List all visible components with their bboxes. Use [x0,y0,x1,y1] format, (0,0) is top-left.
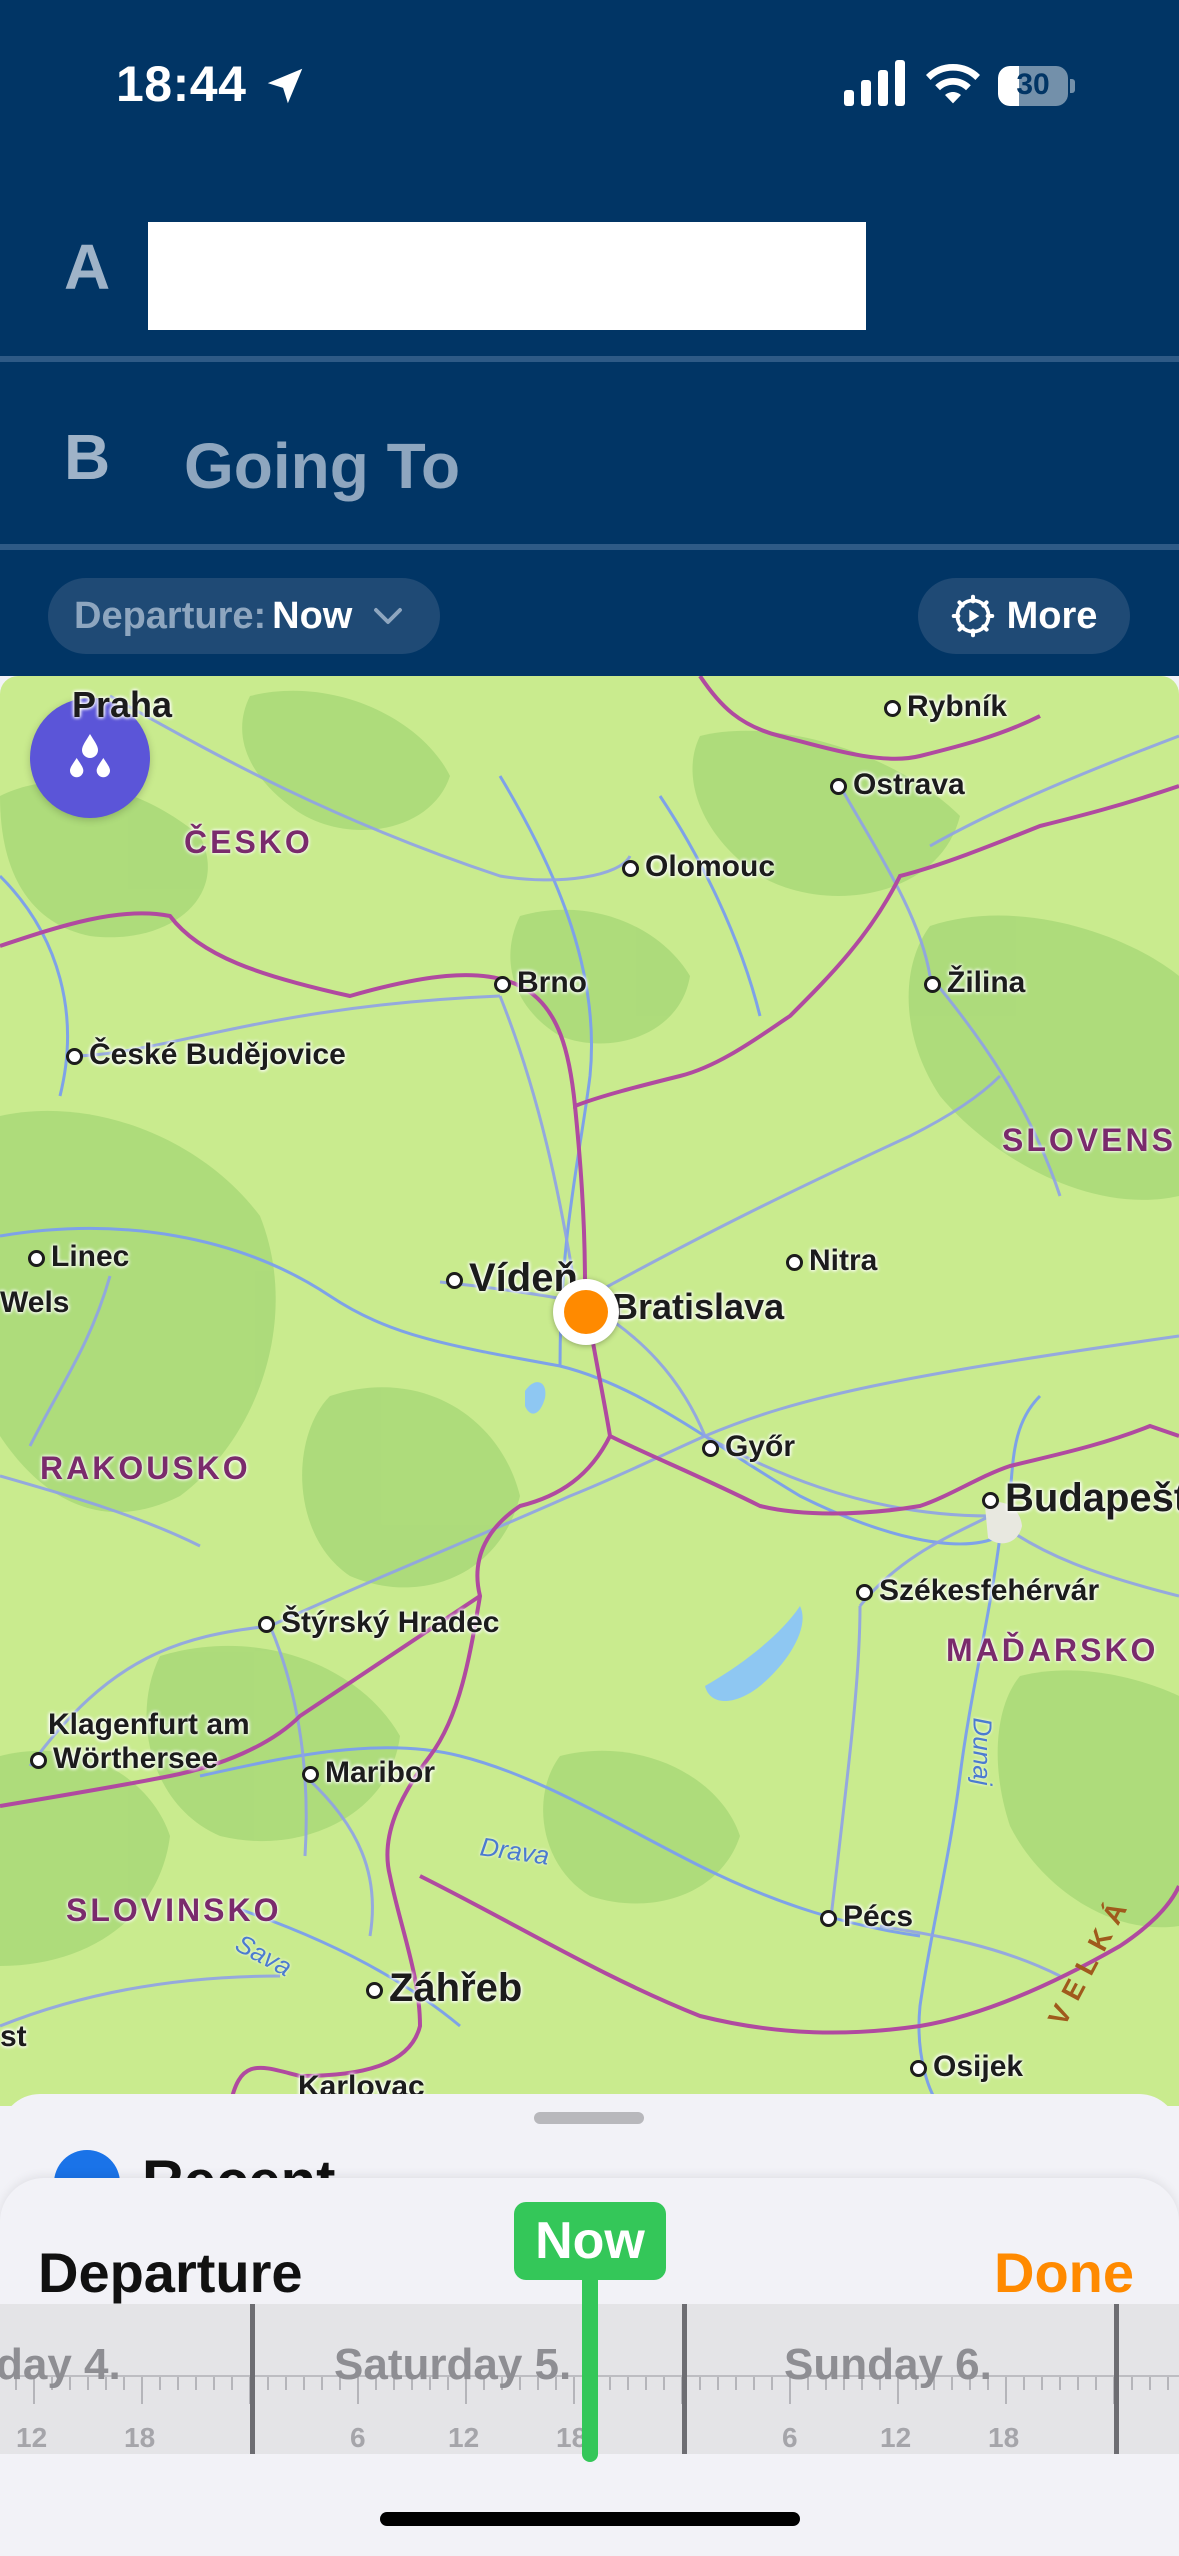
timeline-hour-label: 12 [880,2422,912,2453]
cellular-signal-icon [844,60,905,106]
timeline-hour-label: 12 [448,2422,480,2453]
day-separator [682,2304,687,2454]
now-indicator-badge[interactable]: Now [514,2202,666,2280]
timeline-hour-label: 12 [16,2422,48,2453]
map-city-label: Győr [702,1430,795,1464]
gear-icon [951,594,994,638]
map-river-label: Dunaj [967,1717,998,1786]
battery-percent: 30 [1016,68,1050,101]
location-arrow-icon [267,68,303,104]
departure-label: Departure: [74,594,267,637]
destination-letter: B [64,421,111,493]
map-city-label: Osijek [910,2050,1023,2084]
map-city-label: st [0,2020,27,2053]
done-button[interactable]: Done [994,2240,1134,2305]
day-separator [1114,2304,1119,2454]
map-city-label: Maribor [302,1756,435,1790]
timeline-day-label: day 4. [0,2340,121,2389]
origin-row: A [0,190,1179,355]
map-city-label: Bratislava [612,1286,785,1327]
map-city-label: Székesfehérvár [856,1574,1099,1608]
raindrops-icon [70,734,110,778]
timeline-day-label: Sunday 6. [784,2340,992,2389]
map-country-label: RAKOUSKO [40,1450,251,1486]
map-city-label: Klagenfurt am [48,1708,250,1741]
map-country-label: ČESKO [184,824,313,860]
map-city-label: Štýrský Hradec [258,1606,499,1640]
map-city-label: Ostrava [830,768,965,802]
sheet-grabber[interactable] [534,2112,644,2124]
timeline-hour-label: 6 [782,2422,798,2453]
map-city-label: Nitra [786,1244,877,1278]
timeline-hour-label: 6 [350,2422,366,2453]
origin-letter: A [64,231,111,303]
departure-picker-title: Departure [38,2241,303,2304]
map-view[interactable]: Praha Rybník Ostrava Olomouc Brno Žilina… [0,676,1179,2106]
selected-location-marker[interactable] [553,1279,619,1345]
map-city-label: Pécs [820,1900,913,1934]
more-label: More [1006,594,1098,637]
map-country-label: MAĎARSKO [946,1632,1159,1668]
map-city-label: Rybník [884,690,1007,724]
more-options-button[interactable]: More [918,578,1130,654]
options-divider [0,544,1179,550]
map-city-label: Olomouc [622,850,775,884]
status-time: 18:44 [116,56,247,112]
day-separator [250,2304,255,2454]
origin-input[interactable] [148,222,866,330]
timeline-day-label: Saturday 5. [334,2340,572,2389]
departure-value: Now [272,594,353,637]
destination-input[interactable] [184,416,984,516]
map-city-label: Wörthersee [30,1742,218,1776]
map-country-label: SLOVENS [1002,1122,1176,1158]
map-city-label: Brno [494,966,587,1000]
map-city-label: Praha [72,684,173,725]
search-header: 18:44 30 A B Depar [0,0,1179,676]
chevron-down-icon [374,608,403,624]
map-city-label: Žilina [924,966,1025,1000]
map-city-label: Budapešť [982,1476,1179,1521]
map-city-label: Wels [0,1286,70,1319]
wifi-icon [926,64,980,104]
map-city-label: Záhřeb [366,1966,522,2011]
status-bar: 18:44 30 [0,0,1179,170]
destination-row: B [0,362,1179,542]
map-country-label: SLOVINSKO [66,1892,282,1928]
timeline-hour-label: 18 [988,2422,1020,2453]
departure-selector-button[interactable]: Departure: Now [48,578,441,654]
battery-indicator: 30 [998,66,1076,106]
map-city-label: České Budějovice [66,1038,346,1072]
timeline-hour-label: 18 [124,2422,156,2453]
map-city-label: Linec [28,1240,129,1274]
home-indicator[interactable] [380,2512,800,2526]
